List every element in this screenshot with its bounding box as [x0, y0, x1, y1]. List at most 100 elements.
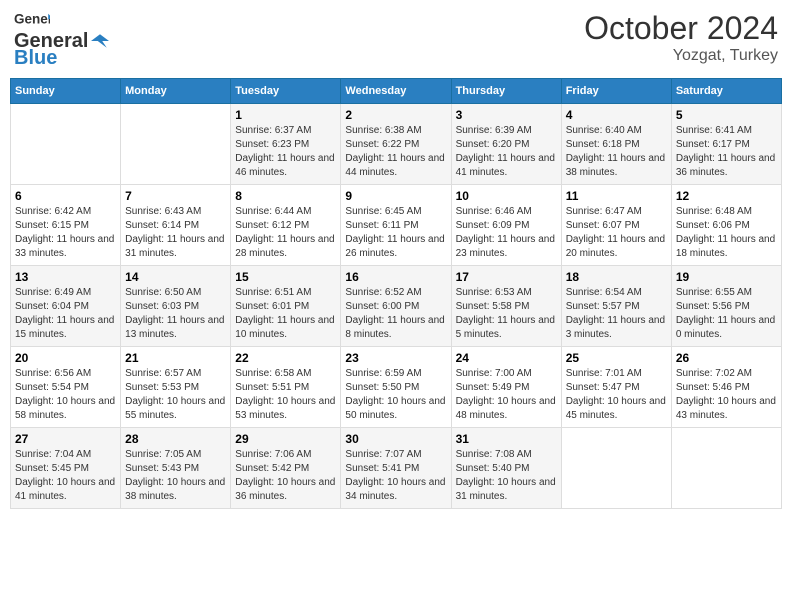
calendar-cell: [561, 428, 671, 509]
calendar-cell: 13 Sunrise: 6:49 AMSunset: 6:04 PMDayligh…: [11, 266, 121, 347]
day-info: Sunrise: 7:07 AMSunset: 5:41 PMDaylight:…: [345, 448, 446, 504]
day-number: 7: [125, 189, 226, 203]
day-number: 12: [676, 189, 777, 203]
day-number: 13: [15, 270, 116, 284]
day-number: 6: [15, 189, 116, 203]
day-number: 9: [345, 189, 446, 203]
day-info: Sunrise: 6:51 AMSunset: 6:01 PMDaylight:…: [235, 286, 336, 342]
day-info: Sunrise: 6:48 AMSunset: 6:06 PMDaylight:…: [676, 205, 777, 261]
calendar-cell: [11, 104, 121, 185]
day-number: 25: [566, 351, 667, 365]
day-number: 20: [15, 351, 116, 365]
day-info: Sunrise: 7:06 AMSunset: 5:42 PMDaylight:…: [235, 448, 336, 504]
calendar-week-row: 27 Sunrise: 7:04 AMSunset: 5:45 PMDayligh…: [11, 428, 782, 509]
day-number: 31: [456, 432, 557, 446]
day-info: Sunrise: 6:47 AMSunset: 6:07 PMDaylight:…: [566, 205, 667, 261]
day-info: Sunrise: 7:02 AMSunset: 5:46 PMDaylight:…: [676, 367, 777, 423]
calendar-cell: 23Sunrise: 6:59 AMSunset: 5:50 PMDayligh…: [341, 347, 451, 428]
day-info: Sunrise: 6:58 AMSunset: 5:51 PMDaylight:…: [235, 367, 336, 423]
day-info: Sunrise: 6:45 AMSunset: 6:11 PMDaylight:…: [345, 205, 446, 261]
calendar-cell: 15 Sunrise: 6:51 AMSunset: 6:01 PMDayligh…: [231, 266, 341, 347]
calendar-week-row: 20 Sunrise: 6:56 AMSunset: 5:54 PMDayligh…: [11, 347, 782, 428]
calendar-cell: 7Sunrise: 6:43 AMSunset: 6:14 PMDaylight…: [121, 185, 231, 266]
day-number: 10: [456, 189, 557, 203]
calendar-cell: 10 Sunrise: 6:46 AMSunset: 6:09 PMDayligh…: [451, 185, 561, 266]
day-number: 17: [456, 270, 557, 284]
calendar-cell: 17 Sunrise: 6:53 AMSunset: 5:58 PMDayligh…: [451, 266, 561, 347]
day-info: Sunrise: 6:46 AMSunset: 6:09 PMDaylight:…: [456, 205, 557, 261]
calendar-cell: 25Sunrise: 7:01 AMSunset: 5:47 PMDayligh…: [561, 347, 671, 428]
calendar-cell: 12 Sunrise: 6:48 AMSunset: 6:06 PMDayligh…: [671, 185, 781, 266]
day-info: Sunrise: 6:37 AMSunset: 6:23 PMDaylight:…: [235, 124, 336, 180]
day-info: Sunrise: 6:52 AMSunset: 6:00 PMDaylight:…: [345, 286, 446, 342]
logo-blue: Blue: [14, 47, 57, 70]
calendar-cell: [671, 428, 781, 509]
day-info: Sunrise: 6:44 AMSunset: 6:12 PMDaylight:…: [235, 205, 336, 261]
calendar-week-row: 13 Sunrise: 6:49 AMSunset: 6:04 PMDayligh…: [11, 266, 782, 347]
calendar-cell: 30 Sunrise: 7:07 AMSunset: 5:41 PMDayligh…: [341, 428, 451, 509]
svg-text:General: General: [14, 12, 50, 27]
logo-icon: General: [14, 10, 50, 30]
calendar-cell: 3 Sunrise: 6:39 AMSunset: 6:20 PMDaylight…: [451, 104, 561, 185]
day-of-week-header: Thursday: [451, 79, 561, 104]
day-info: Sunrise: 7:04 AMSunset: 5:45 PMDaylight:…: [15, 448, 116, 504]
day-info: Sunrise: 6:39 AMSunset: 6:20 PMDaylight:…: [456, 124, 557, 180]
day-of-week-header: Monday: [121, 79, 231, 104]
day-number: 30: [345, 432, 446, 446]
calendar-week-row: 1 Sunrise: 6:37 AMSunset: 6:23 PMDaylight…: [11, 104, 782, 185]
calendar-cell: 21 Sunrise: 6:57 AMSunset: 5:53 PMDayligh…: [121, 347, 231, 428]
calendar-cell: 22 Sunrise: 6:58 AMSunset: 5:51 PMDayligh…: [231, 347, 341, 428]
calendar-cell: 14 Sunrise: 6:50 AMSunset: 6:03 PMDayligh…: [121, 266, 231, 347]
day-number: 22: [235, 351, 336, 365]
calendar-cell: 20 Sunrise: 6:56 AMSunset: 5:54 PMDayligh…: [11, 347, 121, 428]
calendar-cell: 9 Sunrise: 6:45 AMSunset: 6:11 PMDaylight…: [341, 185, 451, 266]
day-number: 2: [345, 108, 446, 122]
logo: General General Blue: [14, 10, 109, 70]
day-info: Sunrise: 6:56 AMSunset: 5:54 PMDaylight:…: [15, 367, 116, 423]
day-info: Sunrise: 6:49 AMSunset: 6:04 PMDaylight:…: [15, 286, 116, 342]
day-number: 15: [235, 270, 336, 284]
day-of-week-header: Friday: [561, 79, 671, 104]
day-of-week-header: Tuesday: [231, 79, 341, 104]
location: Yozgat, Turkey: [584, 47, 778, 65]
calendar-cell: 31 Sunrise: 7:08 AMSunset: 5:40 PMDayligh…: [451, 428, 561, 509]
calendar-cell: 24Sunrise: 7:00 AMSunset: 5:49 PMDayligh…: [451, 347, 561, 428]
calendar-cell: 19 Sunrise: 6:55 AMSunset: 5:56 PMDayligh…: [671, 266, 781, 347]
day-number: 26: [676, 351, 777, 365]
day-number: 21: [125, 351, 226, 365]
calendar-cell: 27 Sunrise: 7:04 AMSunset: 5:45 PMDayligh…: [11, 428, 121, 509]
day-info: Sunrise: 6:57 AMSunset: 5:53 PMDaylight:…: [125, 367, 226, 423]
calendar-cell: 26 Sunrise: 7:02 AMSunset: 5:46 PMDayligh…: [671, 347, 781, 428]
day-number: 1: [235, 108, 336, 122]
day-number: 19: [676, 270, 777, 284]
day-number: 4: [566, 108, 667, 122]
calendar-cell: [121, 104, 231, 185]
day-number: 16: [345, 270, 446, 284]
day-info: Sunrise: 6:42 AMSunset: 6:15 PMDaylight:…: [15, 205, 116, 261]
month-title: October 2024: [584, 10, 778, 47]
day-info: Sunrise: 6:53 AMSunset: 5:58 PMDaylight:…: [456, 286, 557, 342]
calendar-cell: 18Sunrise: 6:54 AMSunset: 5:57 PMDayligh…: [561, 266, 671, 347]
calendar-cell: 29Sunrise: 7:06 AMSunset: 5:42 PMDayligh…: [231, 428, 341, 509]
day-number: 24: [456, 351, 557, 365]
day-number: 27: [15, 432, 116, 446]
day-info: Sunrise: 6:55 AMSunset: 5:56 PMDaylight:…: [676, 286, 777, 342]
day-info: Sunrise: 7:05 AMSunset: 5:43 PMDaylight:…: [125, 448, 226, 504]
day-number: 8: [235, 189, 336, 203]
day-info: Sunrise: 7:08 AMSunset: 5:40 PMDaylight:…: [456, 448, 557, 504]
day-number: 3: [456, 108, 557, 122]
calendar-cell: 6 Sunrise: 6:42 AMSunset: 6:15 PMDaylight…: [11, 185, 121, 266]
calendar-cell: 1 Sunrise: 6:37 AMSunset: 6:23 PMDaylight…: [231, 104, 341, 185]
day-info: Sunrise: 6:54 AMSunset: 5:57 PMDaylight:…: [566, 286, 667, 342]
day-number: 14: [125, 270, 226, 284]
day-number: 23: [345, 351, 446, 365]
calendar-week-row: 6 Sunrise: 6:42 AMSunset: 6:15 PMDaylight…: [11, 185, 782, 266]
day-number: 28: [125, 432, 226, 446]
calendar-cell: 11 Sunrise: 6:47 AMSunset: 6:07 PMDayligh…: [561, 185, 671, 266]
calendar-table: SundayMondayTuesdayWednesdayThursdayFrid…: [10, 78, 782, 509]
day-info: Sunrise: 6:38 AMSunset: 6:22 PMDaylight:…: [345, 124, 446, 180]
day-number: 11: [566, 189, 667, 203]
day-info: Sunrise: 6:41 AMSunset: 6:17 PMDaylight:…: [676, 124, 777, 180]
calendar-cell: 5Sunrise: 6:41 AMSunset: 6:17 PMDaylight…: [671, 104, 781, 185]
day-info: Sunrise: 6:50 AMSunset: 6:03 PMDaylight:…: [125, 286, 226, 342]
